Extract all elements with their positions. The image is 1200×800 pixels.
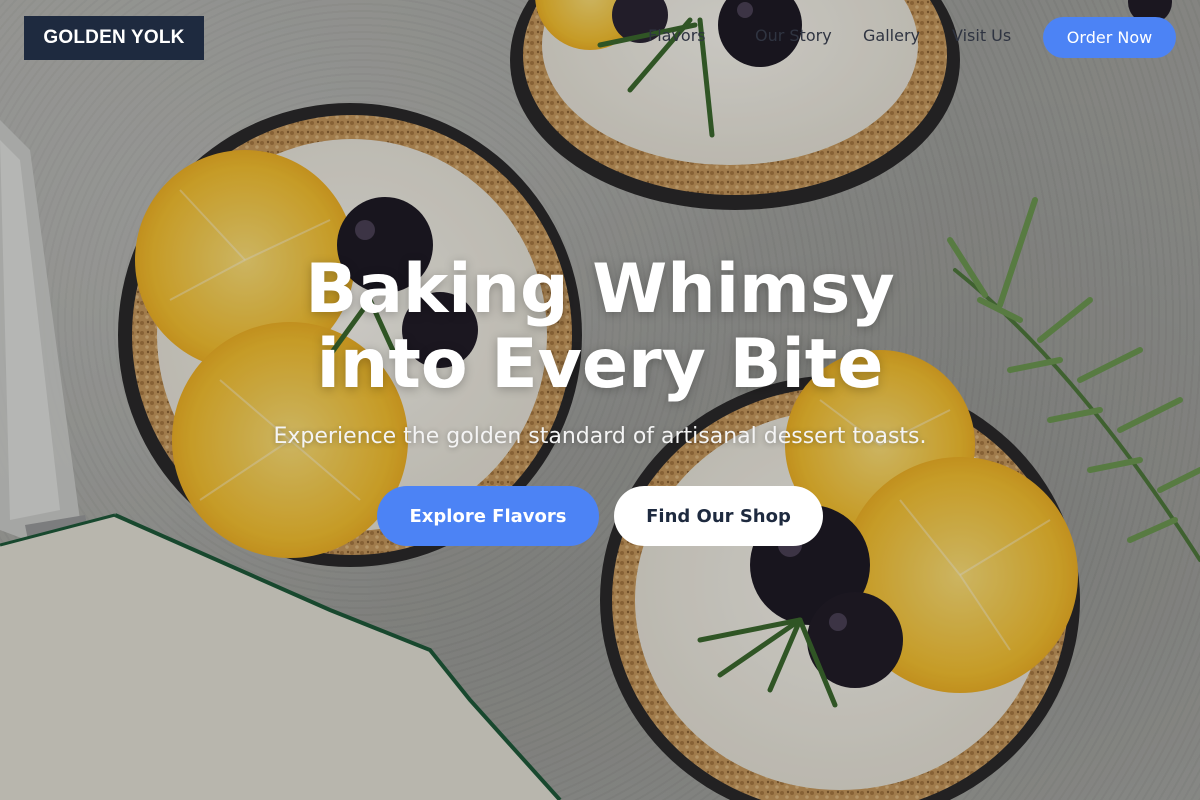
nav-link-visit-us[interactable]: Visit Us <box>952 26 1011 45</box>
hero-headline-line1: Baking Whimsy <box>305 250 895 329</box>
explore-flavors-button[interactable]: Explore Flavors <box>377 486 599 546</box>
hero-headline: Baking Whimsy into Every Bite <box>0 252 1200 402</box>
order-now-button[interactable]: Order Now <box>1043 17 1176 58</box>
nav-link-gallery[interactable]: Gallery <box>863 26 920 45</box>
hero-subheadline: Experience the golden standard of artisa… <box>273 424 927 449</box>
find-our-shop-button[interactable]: Find Our Shop <box>614 486 823 546</box>
nav-link-flavors[interactable]: Flavors <box>648 26 706 45</box>
hero-section: GOLDEN YOLK Flavors Our Story Gallery Vi… <box>0 0 1200 800</box>
brand-logo[interactable]: GOLDEN YOLK <box>24 16 204 60</box>
nav-link-our-story[interactable]: Our Story <box>755 26 832 45</box>
hero-headline-line2: into Every Bite <box>316 325 884 404</box>
